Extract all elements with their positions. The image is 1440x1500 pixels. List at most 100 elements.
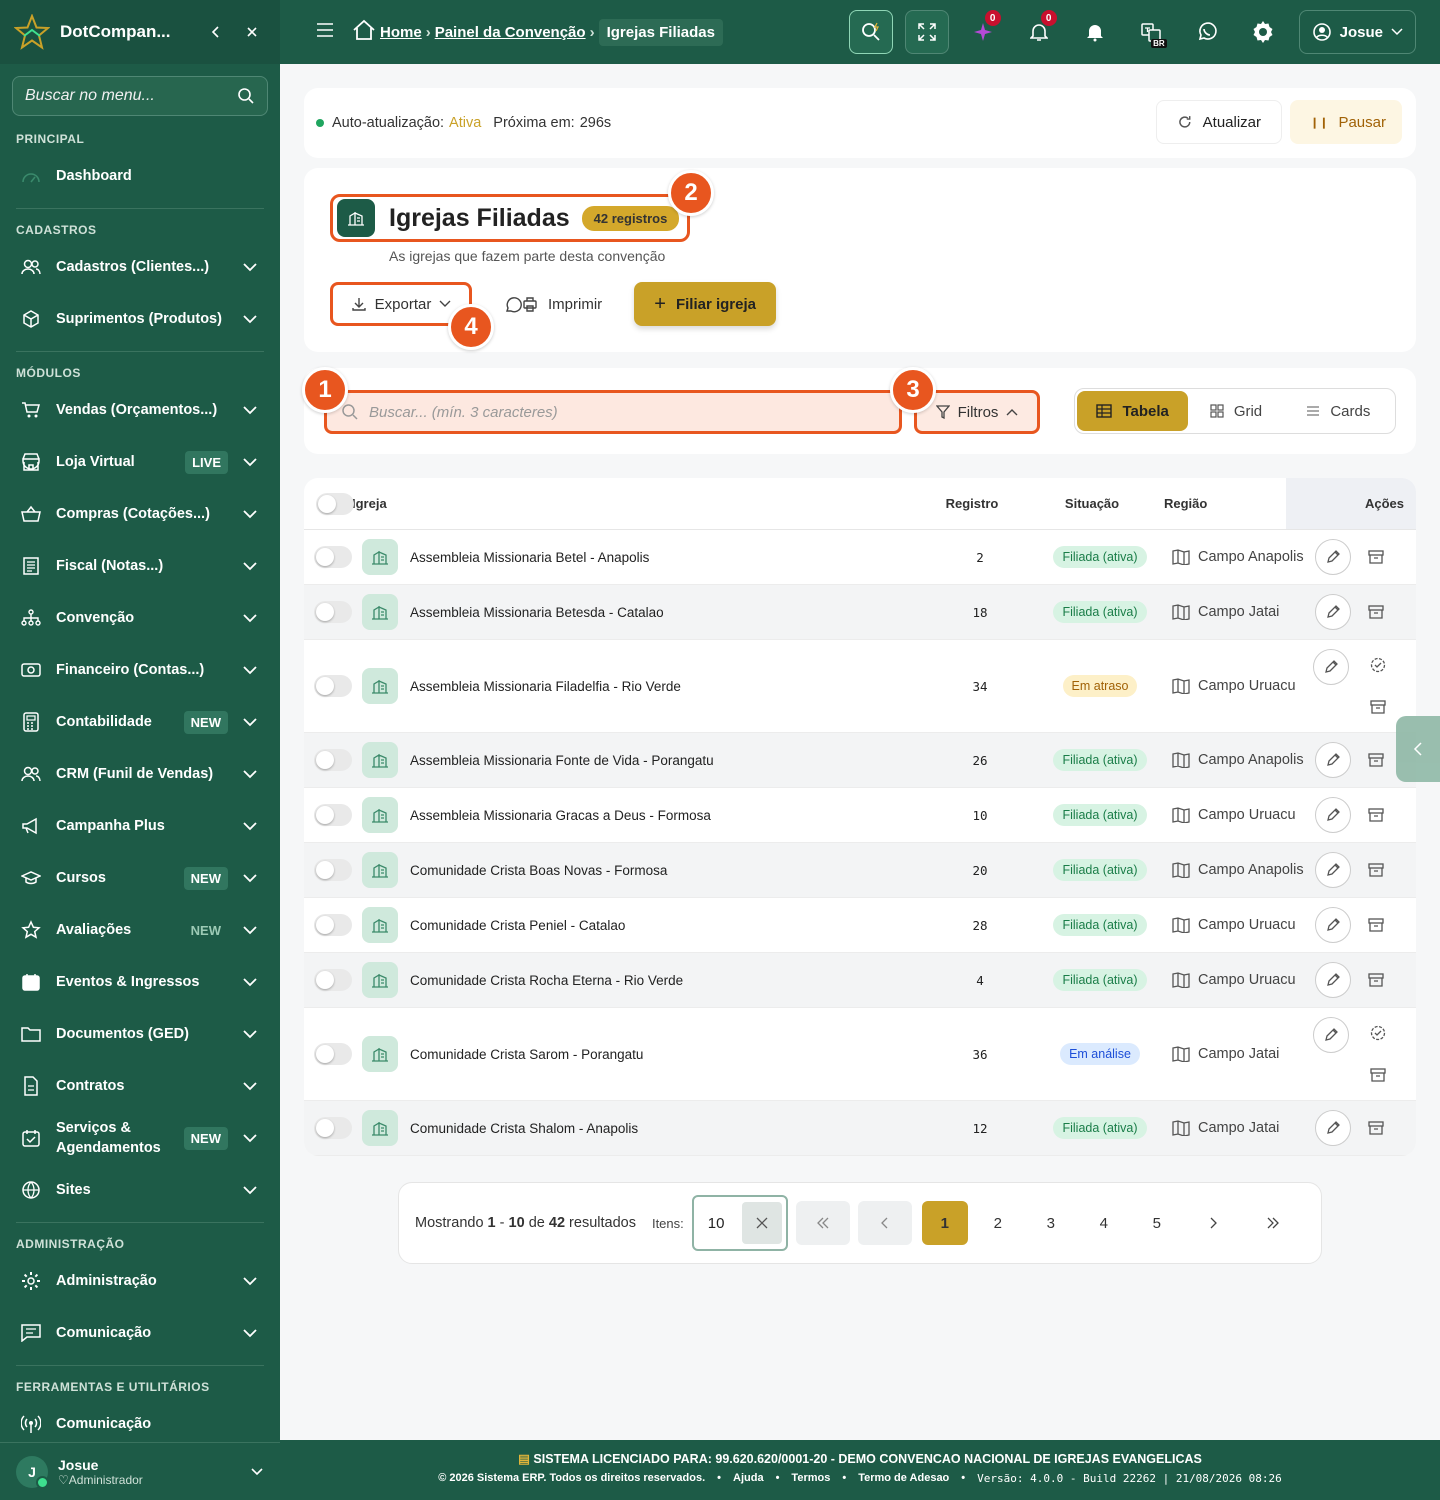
archive-icon[interactable] <box>1367 696 1389 718</box>
church-name[interactable]: Comunidade Crista Sarom - Porangatu <box>410 1047 920 1062</box>
row-toggle[interactable] <box>314 804 352 826</box>
sidebar-item-contratos[interactable]: Contratos <box>0 1060 280 1112</box>
search-input[interactable] <box>369 403 885 421</box>
table-row[interactable]: Comunidade Crista Sarom - Porangatu 36 Em … <box>304 1008 1416 1101</box>
row-toggle[interactable] <box>314 1043 352 1065</box>
table-row[interactable]: Comunidade Crista Rocha Eterna - Rio Ver… <box>304 953 1416 1008</box>
church-name[interactable]: Comunidade Crista Shalom - Anapolis <box>410 1121 920 1136</box>
edit-button[interactable] <box>1313 649 1349 685</box>
sidebar-item-campanha[interactable]: Campanha Plus <box>0 800 280 852</box>
page-1-button[interactable]: 1 <box>921 1201 968 1245</box>
church-name[interactable]: Comunidade Crista Peniel - Catalao <box>410 918 920 933</box>
prev-page-button[interactable] <box>857 1201 912 1245</box>
row-toggle[interactable] <box>314 859 352 881</box>
settings-button[interactable] <box>1241 10 1285 54</box>
sidebar-item-servicos[interactable]: Serviços & Agendamentos NEW <box>0 1112 280 1164</box>
alerts-button[interactable] <box>1073 10 1117 54</box>
breadcrumb-home[interactable]: Home <box>380 24 422 41</box>
quick-search-button[interactable] <box>848 10 893 54</box>
view-table-button[interactable]: Tabela <box>1077 391 1189 431</box>
archive-icon[interactable] <box>1365 546 1387 568</box>
user-menu-button[interactable]: Josue <box>1298 10 1416 54</box>
sidebar-item-compras[interactable]: Compras (Cotações...) <box>0 488 280 540</box>
archive-icon[interactable] <box>1365 749 1387 771</box>
edit-button[interactable] <box>1315 594 1351 630</box>
table-row[interactable]: Assembleia Missionaria Fonte de Vida - P… <box>304 733 1416 788</box>
page-4-button[interactable]: 4 <box>1081 1201 1127 1245</box>
row-toggle[interactable] <box>314 601 352 623</box>
archive-icon[interactable] <box>1365 601 1387 623</box>
first-page-button[interactable] <box>795 1201 850 1245</box>
ai-assistant-button[interactable]: 0 <box>961 10 1005 54</box>
terms-link[interactable]: Termos <box>791 1472 830 1485</box>
collapse-sidebar-icon[interactable] <box>202 18 230 46</box>
sidebar-item-convencao[interactable]: Convenção <box>0 592 280 644</box>
next-page-button[interactable] <box>1186 1201 1240 1245</box>
help-link[interactable]: Ajuda <box>733 1472 764 1485</box>
menu-toggle-icon[interactable] <box>316 22 334 42</box>
church-name[interactable]: Comunidade Crista Rocha Eterna - Rio Ver… <box>410 973 920 988</box>
breadcrumb-painel[interactable]: Painel da Convenção <box>435 24 586 41</box>
sidebar-item-sites[interactable]: Sites <box>0 1164 280 1216</box>
sidebar-item-avaliacoes[interactable]: Avaliações NEW <box>0 904 280 956</box>
language-button[interactable]: BR <box>1129 10 1173 54</box>
edit-button[interactable] <box>1315 1110 1351 1146</box>
adesao-link[interactable]: Termo de Adesao <box>858 1472 949 1485</box>
row-toggle[interactable] <box>314 749 352 771</box>
row-toggle[interactable] <box>314 546 352 568</box>
sidebar-item-eventos[interactable]: Eventos & Ingressos <box>0 956 280 1008</box>
col-igreja[interactable]: Igreja <box>352 496 912 511</box>
archive-icon[interactable] <box>1365 859 1387 881</box>
edit-button[interactable] <box>1315 797 1351 833</box>
table-row[interactable]: Assembleia Missionaria Betesda - Catalao… <box>304 585 1416 640</box>
page-2-button[interactable]: 2 <box>975 1201 1021 1245</box>
add-church-button[interactable]: + Filiar igreja <box>634 282 777 326</box>
side-panel-toggle[interactable] <box>1396 716 1440 782</box>
edit-button[interactable] <box>1315 742 1351 778</box>
view-grid-button[interactable]: Grid <box>1188 391 1283 431</box>
whatsapp-button[interactable] <box>1185 10 1229 54</box>
archive-icon[interactable] <box>1365 969 1387 991</box>
edit-button[interactable] <box>1315 852 1351 888</box>
sidebar-item-crm[interactable]: CRM (Funil de Vendas) <box>0 748 280 800</box>
archive-icon[interactable] <box>1365 1117 1387 1139</box>
select-all-toggle[interactable] <box>316 492 354 515</box>
page-5-button[interactable]: 5 <box>1134 1201 1180 1245</box>
last-page-button[interactable] <box>1246 1201 1300 1245</box>
sidebar-item-cadastros[interactable]: Cadastros (Clientes...) <box>0 241 280 293</box>
table-row[interactable]: Assembleia Missionaria Gracas a Deus - F… <box>304 788 1416 843</box>
edit-button[interactable] <box>1315 962 1351 998</box>
view-cards-button[interactable]: Cards <box>1284 391 1393 431</box>
edit-button[interactable] <box>1315 539 1351 575</box>
archive-icon[interactable] <box>1367 1064 1389 1086</box>
sidebar-item-cursos[interactable]: Cursos NEW <box>0 852 280 904</box>
menu-search-input[interactable] <box>25 87 237 105</box>
items-per-page-select[interactable]: 10 <box>691 1195 788 1251</box>
sidebar-item-suprimentos[interactable]: Suprimentos (Produtos) <box>0 293 280 345</box>
fullscreen-button[interactable] <box>904 10 949 54</box>
archive-icon[interactable] <box>1365 804 1387 826</box>
table-row[interactable]: Assembleia Missionaria Betel - Anapolis 2… <box>304 530 1416 585</box>
table-row[interactable]: Comunidade Crista Boas Novas - Formosa 20… <box>304 843 1416 898</box>
table-row[interactable]: Comunidade Crista Shalom - Anapolis 12 Fil… <box>304 1101 1416 1156</box>
clear-icon[interactable] <box>741 1202 782 1244</box>
sidebar-item-documentos[interactable]: Documentos (GED) <box>0 1008 280 1060</box>
church-name[interactable]: Assembleia Missionaria Betel - Anapolis <box>410 550 920 565</box>
refresh-button[interactable]: Atualizar <box>1156 100 1282 144</box>
col-registro[interactable]: Registro <box>912 496 1032 511</box>
church-name[interactable]: Assembleia Missionaria Betesda - Catalao <box>410 605 920 620</box>
print-button[interactable]: Imprimir <box>504 295 602 313</box>
sidebar-item-fiscal[interactable]: Fiscal (Notas...) <box>0 540 280 592</box>
col-situacao[interactable]: Situação <box>1032 496 1152 511</box>
sidebar-item-vendas[interactable]: Vendas (Orçamentos...) <box>0 384 280 436</box>
page-3-button[interactable]: 3 <box>1028 1201 1074 1245</box>
user-profile[interactable]: J Josue ♡Administrador <box>0 1442 280 1500</box>
sidebar-item-financeiro[interactable]: Financeiro (Contas...) <box>0 644 280 696</box>
edit-button[interactable] <box>1313 1017 1349 1053</box>
table-row[interactable]: Comunidade Crista Peniel - Catalao 28 Fili… <box>304 898 1416 953</box>
notifications-button[interactable]: 0 <box>1017 10 1061 54</box>
row-toggle[interactable] <box>314 675 352 697</box>
table-row[interactable]: Assembleia Missionaria Filadelfia - Rio … <box>304 640 1416 733</box>
church-name[interactable]: Comunidade Crista Boas Novas - Formosa <box>410 863 920 878</box>
close-sidebar-icon[interactable] <box>238 18 266 46</box>
